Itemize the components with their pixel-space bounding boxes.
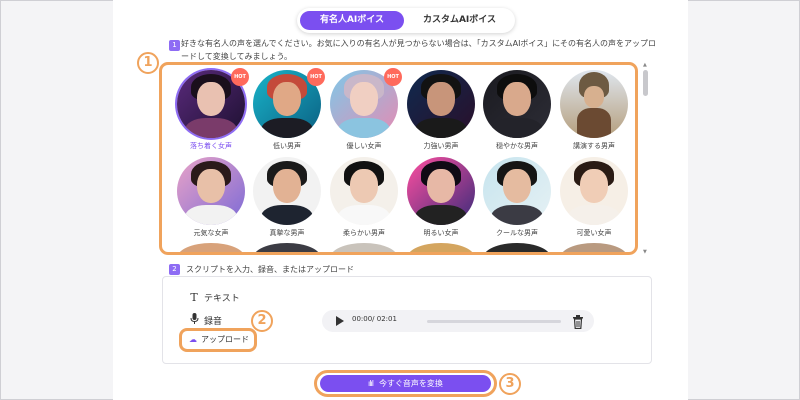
voice-avatar[interactable] [560,70,628,138]
step-1-instruction: 好きな有名人の声を選んでください。お気に入りの有名人が見つからない場合は、「カス… [181,39,657,61]
voice-label: 真摯な男声 [269,229,305,237]
step-2-instruction: スクリプトを入力、録音、またはアップロード [186,265,354,274]
voice-card[interactable]: 明るい女声 [405,157,477,238]
scroll-thumb[interactable] [643,70,648,96]
option-record[interactable]: 録音 [188,313,222,327]
option-text-label: テキスト [204,294,240,304]
voice-avatar[interactable] [407,70,475,138]
tab-custom-voice[interactable]: カスタムAIボイス [407,11,512,30]
voice-avatar[interactable] [177,157,245,225]
voice-label: 明るい女声 [423,229,459,237]
tab-celebrity-voice[interactable]: 有名人AIボイス [300,11,404,30]
voice-card[interactable]: 真摯な男声 [251,157,323,238]
voice-label: 落ち着く女声 [190,142,232,150]
next-row-preview [175,243,628,252]
voice-avatar[interactable] [483,70,551,138]
convert-button-label: 今すぐ音声を変換 [378,379,443,388]
voice-avatar[interactable] [560,157,628,225]
play-icon[interactable] [336,316,344,326]
voice-card[interactable]: クールな男声 [481,157,553,238]
voice-avatar[interactable] [407,157,475,225]
option-upload[interactable]: ☁ アップロード [179,328,257,352]
voice-card[interactable]: 可愛い女声 [558,157,630,238]
voice-avatar[interactable] [483,157,551,225]
step-1-badge: 1 [169,40,180,51]
option-upload-label: アップロード [201,335,249,344]
voice-card[interactable]: 元気な女声 [175,157,247,238]
voice-card[interactable]: 力強い男声 [405,70,477,151]
voice-card[interactable]: 講演する男声 [558,70,630,151]
voice-card[interactable]: 穏やかな男声 [481,70,553,151]
callout-1: 1 [137,52,159,74]
voice-avatar[interactable] [330,157,398,225]
voice-card[interactable]: 柔らかい男声 [328,157,400,238]
progress-track[interactable] [427,320,561,323]
voice-label: 優しい女声 [346,142,382,150]
scroll-up-icon[interactable]: ▲ [643,62,647,68]
voice-label: クールな男声 [496,229,538,237]
callout-2: 2 [251,310,273,332]
microphone-icon [188,313,200,327]
audio-player: 00:00/ 02:01 [322,310,594,332]
voice-label: 穏やかな男声 [496,142,538,150]
scroll-down-icon[interactable]: ▼ [643,249,647,255]
option-text[interactable]: T テキスト [188,291,240,304]
convert-now-button[interactable]: ılıl 今すぐ音声を変換 [320,375,491,392]
option-record-label: 録音 [204,317,223,327]
voice-label: 講演する男声 [573,142,615,150]
playback-time: 00:00/ 02:01 [352,315,397,323]
voice-grid-scrollbar[interactable]: ▲ ▼ [642,62,649,255]
waveform-icon: ılıl [368,379,374,388]
voice-label: 低い男声 [273,142,301,150]
voice-label: 可愛い女声 [576,229,612,237]
hot-badge: HOT [307,68,325,86]
convert-button-highlight: ılıl 今すぐ音声を変換 [314,370,497,397]
callout-3: 3 [499,373,521,395]
hot-badge: HOT [384,68,402,86]
cloud-upload-icon: ☁ [189,335,197,344]
trash-icon[interactable] [572,314,584,330]
voice-avatar[interactable] [253,157,321,225]
voice-grid: 落ち着く女声 低い男声 優しい女声 力強い男声 穏やかな男声 講演する男声 元気… [159,62,638,255]
voice-type-tabs: 有名人AIボイス カスタムAIボイス [297,8,515,33]
voice-label: 柔らかい男声 [343,229,385,237]
text-icon: T [190,291,198,304]
voice-label: 力強い男声 [423,142,459,150]
step-2-badge: 2 [169,264,180,275]
voice-label: 元気な女声 [193,229,229,237]
hot-badge: HOT [231,68,249,86]
